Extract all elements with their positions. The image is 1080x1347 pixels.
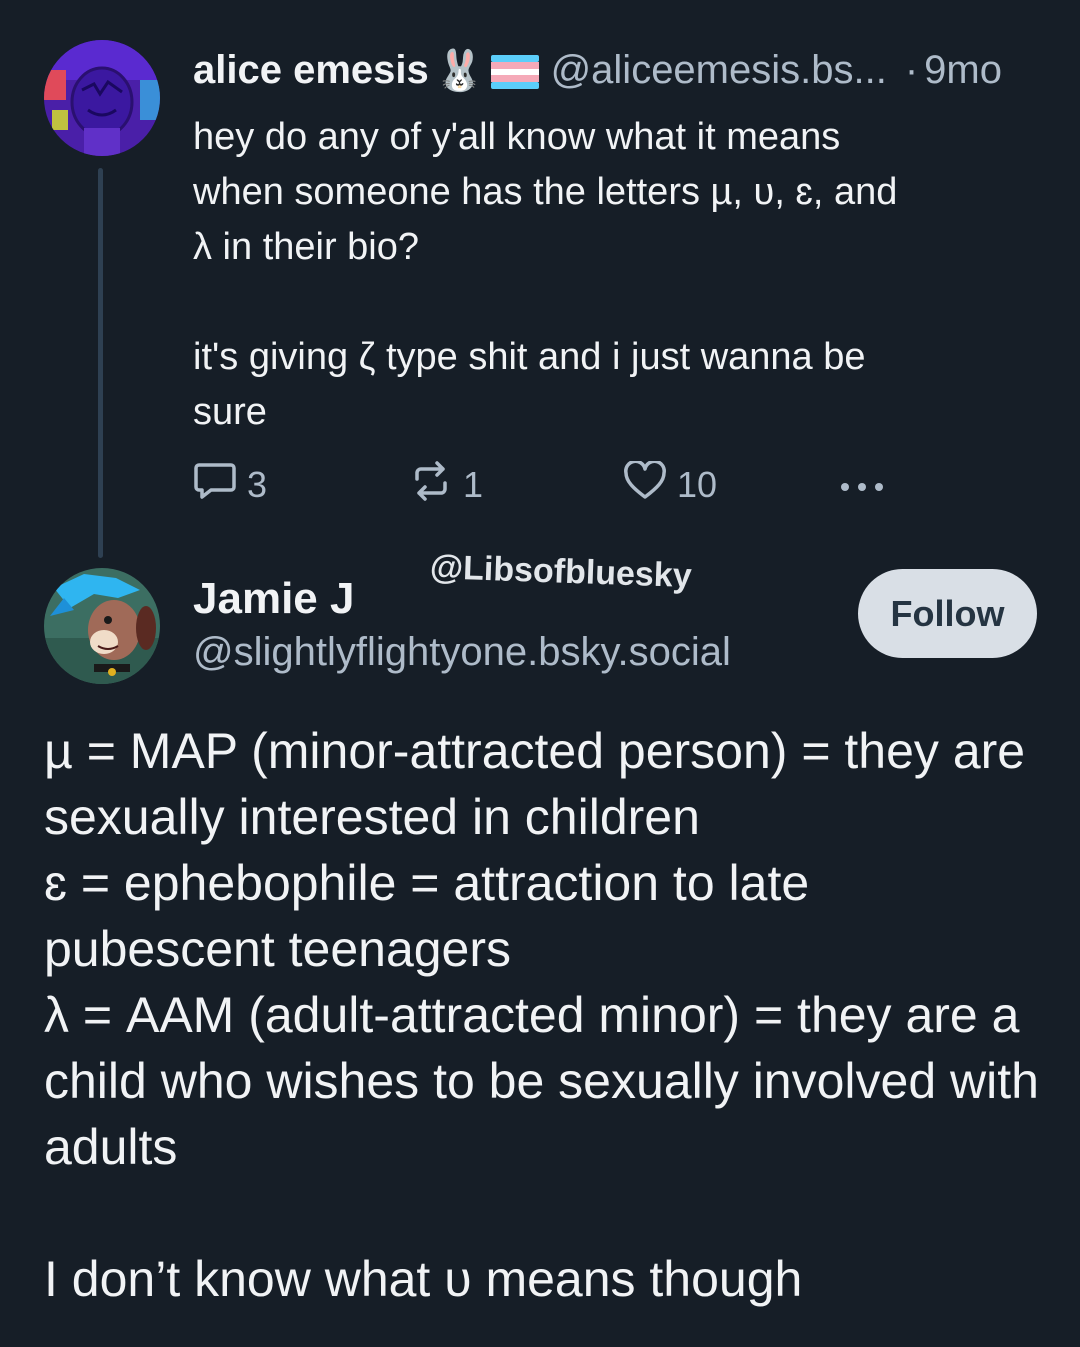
- author-handle[interactable]: @aliceemesis.bs...: [551, 48, 887, 93]
- watermark: @Libsofbluesky: [429, 548, 693, 596]
- author-handle[interactable]: @slightlyflightyone.bsky.social: [193, 630, 731, 675]
- like-icon: [623, 459, 677, 510]
- more-icon: [837, 464, 897, 506]
- reply-button[interactable]: 3: [193, 460, 267, 510]
- post2-line: I don’t know what ᴜ means though: [44, 1251, 803, 1307]
- repost-icon: [409, 460, 463, 510]
- post2-line: λ = AAM (adult-attracted minor) = they a…: [44, 987, 1039, 1175]
- follow-button[interactable]: Follow: [858, 569, 1037, 658]
- repost-button[interactable]: 1: [409, 460, 483, 510]
- post2-line: µ = MAP (minor-attracted person) = they …: [44, 723, 1026, 845]
- post2-text: µ = MAP (minor-attracted person) = they …: [44, 718, 1044, 1312]
- avatar-jamie[interactable]: [44, 568, 160, 684]
- avatar-alice[interactable]: [44, 40, 160, 156]
- author-name[interactable]: Jamie J: [193, 574, 354, 624]
- reply-icon: [193, 461, 247, 510]
- post2-line: ɛ = ephebophile = attraction to late pub…: [44, 855, 810, 977]
- reply-count: 3: [247, 464, 268, 505]
- post1-actions: 3 1 10: [193, 459, 953, 510]
- like-button[interactable]: 10: [623, 459, 718, 510]
- bunny-emoji-icon: 🐰: [434, 48, 485, 93]
- trans-flag-icon: [490, 48, 539, 93]
- post1-header: alice emesis 🐰 @aliceemesis.bs... · 9mo: [193, 44, 1043, 96]
- author-name[interactable]: alice emesis: [193, 48, 429, 93]
- post-time[interactable]: 9mo: [924, 48, 1002, 93]
- like-count: 10: [677, 464, 718, 505]
- repost-count: 1: [463, 464, 484, 505]
- post1-text: hey do any of y'all know what it means w…: [193, 116, 898, 433]
- separator-dot: ·: [904, 47, 919, 92]
- thread-line: [98, 168, 103, 558]
- more-options-button[interactable]: [837, 460, 897, 510]
